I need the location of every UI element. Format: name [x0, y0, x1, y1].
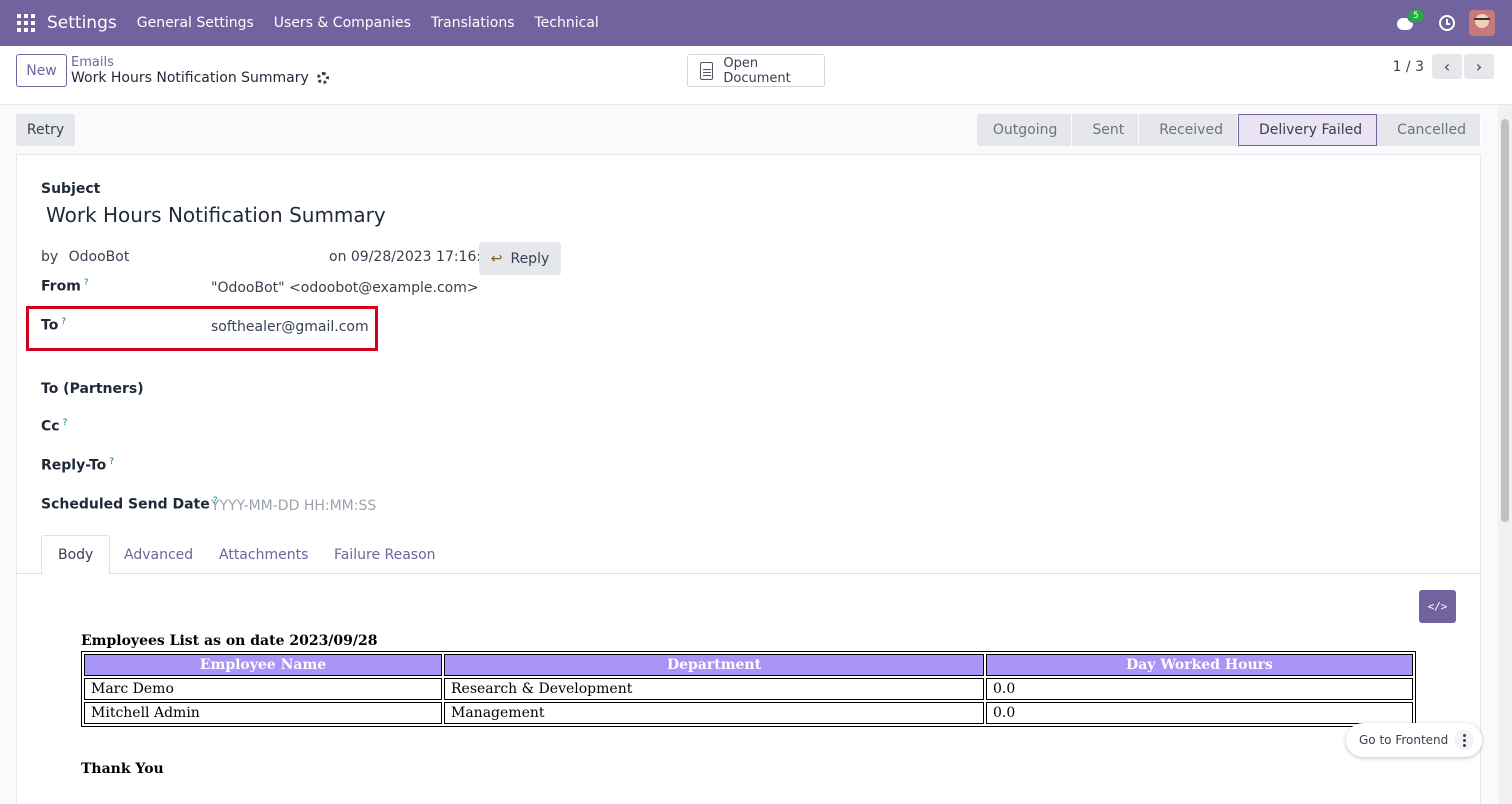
- kebab-menu-icon[interactable]: [1454, 730, 1474, 750]
- top-navbar: Settings General Settings Users & Compan…: [0, 0, 1512, 46]
- menu-users-companies[interactable]: Users & Companies: [264, 15, 421, 31]
- messages-count-badge: 5: [1407, 9, 1425, 23]
- menu-translations[interactable]: Translations: [421, 15, 525, 31]
- activities-clock-icon[interactable]: [1439, 15, 1455, 31]
- status-steps: Outgoing Sent Received Delivery Failed C…: [976, 114, 1481, 146]
- reply-label: Reply: [510, 250, 550, 267]
- breadcrumb-emails[interactable]: Emails: [71, 55, 114, 70]
- form-sheet: Subject Work Hours Notification Summary …: [16, 154, 1481, 804]
- to-field[interactable]: softhealer@gmail.com: [211, 319, 369, 335]
- scheduled-send-date-label: Scheduled Send Date?: [41, 496, 218, 513]
- table-cell: 0.0: [986, 702, 1413, 724]
- navbar-systray: 5: [1397, 0, 1512, 46]
- control-panel: New Emails Work Hours Notification Summa…: [0, 46, 1512, 105]
- help-icon[interactable]: ?: [84, 278, 89, 288]
- table-cell: Research & Development: [444, 678, 984, 700]
- help-icon[interactable]: ?: [61, 317, 66, 327]
- retry-button[interactable]: Retry: [16, 114, 75, 146]
- table-cell: Mitchell Admin: [84, 702, 442, 724]
- scheduled-send-date-input[interactable]: YYYY-MM-DD HH:MM:SS: [211, 498, 376, 514]
- author-name[interactable]: OdooBot: [69, 249, 130, 265]
- to-label: To?: [41, 317, 67, 334]
- subject-label: Subject: [41, 181, 101, 197]
- go-to-frontend-label: Go to Frontend: [1359, 733, 1449, 747]
- reply-button[interactable]: ↩ Reply: [479, 242, 561, 275]
- status-step-sent[interactable]: Sent: [1072, 114, 1140, 146]
- column-header: Department: [444, 654, 984, 676]
- help-icon[interactable]: ?: [63, 418, 68, 428]
- from-label: From?: [41, 278, 89, 295]
- help-icon[interactable]: ?: [109, 457, 114, 467]
- status-step-delivery-failed[interactable]: Delivery Failed: [1237, 114, 1378, 146]
- email-heading: Employees List as on date 2023/09/28: [81, 633, 378, 649]
- table-cell: Management: [444, 702, 984, 724]
- tab-advanced[interactable]: Advanced: [124, 535, 193, 574]
- table-row: Mitchell Admin Management 0.0: [84, 702, 1413, 724]
- tab-failure-reason[interactable]: Failure Reason: [334, 535, 436, 574]
- email-closing: Thank You: [81, 761, 164, 777]
- to-partners-label: To (Partners): [41, 381, 144, 397]
- reply-to-label: Reply-To?: [41, 457, 115, 474]
- status-step-outgoing[interactable]: Outgoing: [976, 114, 1073, 146]
- email-body: Employees List as on date 2023/09/28 Emp…: [81, 633, 1416, 727]
- form-content: Retry Outgoing Sent Received Delivery Fa…: [0, 105, 1498, 804]
- gear-icon[interactable]: [316, 72, 329, 84]
- status-step-received[interactable]: Received: [1139, 114, 1238, 146]
- employees-table: Employee Name Department Day Worked Hour…: [81, 651, 1416, 727]
- open-document-button[interactable]: Open Document: [687, 54, 825, 87]
- menu-general-settings[interactable]: General Settings: [127, 15, 264, 31]
- tab-body[interactable]: Body: [41, 535, 111, 575]
- table-cell: 0.0: [986, 678, 1413, 700]
- table-cell: Marc Demo: [84, 678, 442, 700]
- statusbar: Retry Outgoing Sent Received Delivery Fa…: [16, 113, 1481, 146]
- by-prefix: by: [41, 249, 59, 265]
- app-name[interactable]: Settings: [47, 13, 117, 33]
- subject-value[interactable]: Work Hours Notification Summary: [46, 203, 386, 227]
- column-header: Employee Name: [84, 654, 442, 676]
- status-step-cancelled[interactable]: Cancelled: [1377, 114, 1481, 146]
- tab-attachments[interactable]: Attachments: [219, 535, 308, 574]
- cc-label: Cc?: [41, 418, 68, 435]
- from-field[interactable]: "OdooBot" <odoobot@example.com>: [211, 280, 479, 296]
- menu-technical[interactable]: Technical: [525, 15, 609, 31]
- user-avatar[interactable]: [1469, 10, 1495, 36]
- pager-value[interactable]: 1 / 3: [1393, 59, 1424, 75]
- table-row: Marc Demo Research & Development 0.0: [84, 678, 1413, 700]
- record-title: Work Hours Notification Summary: [71, 70, 329, 86]
- scrollbar-thumb[interactable]: [1501, 119, 1509, 522]
- column-header: Day Worked Hours: [986, 654, 1413, 676]
- message-date: on 09/28/2023 17:16:17: [329, 249, 499, 265]
- pager-previous-button[interactable]: ‹: [1432, 54, 1462, 79]
- author-line: by OdooBot: [41, 249, 129, 265]
- reply-arrow-icon: ↩: [490, 250, 503, 267]
- go-to-frontend-button[interactable]: Go to Frontend: [1346, 723, 1482, 757]
- code-view-button[interactable]: </>: [1419, 590, 1456, 623]
- document-icon: [700, 61, 714, 80]
- new-button[interactable]: New: [16, 54, 67, 87]
- vertical-scrollbar[interactable]: [1498, 105, 1512, 804]
- open-document-label: Open Document: [723, 55, 791, 86]
- apps-menu-icon[interactable]: [17, 14, 35, 32]
- record-title-text: Work Hours Notification Summary: [71, 70, 309, 86]
- pager-next-button[interactable]: ›: [1464, 54, 1494, 79]
- notebook-tabs: Body Advanced Attachments Failure Reason: [17, 535, 1480, 575]
- main-menu: General Settings Users & Companies Trans…: [127, 15, 609, 31]
- messages-icon[interactable]: 5: [1397, 9, 1425, 31]
